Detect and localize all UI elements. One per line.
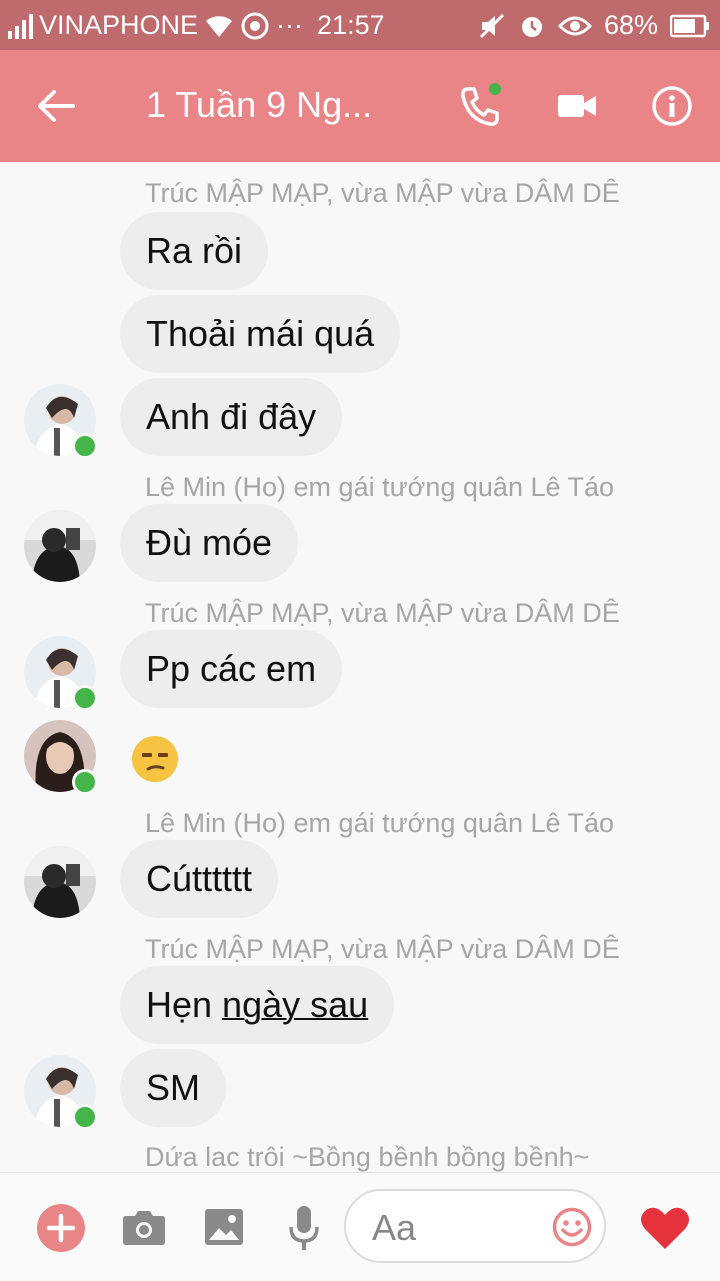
message-link-text[interactable]: ngày sau [222, 984, 368, 1025]
sender-name: Trúc MẬP MẠP, vừa MẬP vừa DÂM DÊ [145, 598, 620, 628]
microphone-icon [289, 1206, 319, 1250]
battery-percent: 68% [603, 10, 658, 40]
mute-icon [479, 13, 505, 38]
back-arrow-icon [38, 90, 75, 122]
online-indicator [72, 685, 98, 711]
message-input-box[interactable] [344, 1189, 606, 1263]
info-icon [652, 86, 692, 126]
eye-icon [557, 16, 592, 35]
clock: 21:57 [317, 10, 385, 40]
voice-message-button[interactable] [284, 1203, 324, 1253]
gallery-button[interactable] [202, 1205, 246, 1249]
online-indicator [72, 769, 98, 795]
heart-icon [641, 1207, 689, 1249]
unamused-emoji-icon[interactable] [132, 736, 178, 782]
conversation-header: 1 Tuần 9 Ng... [0, 50, 720, 162]
status-bar: VINAPHONE ··· 21:57 68% [0, 0, 720, 50]
online-indicator [72, 1104, 98, 1130]
sender-name: Trúc MẬP MẠP, vừa MẬP vừa DÂM DÊ [145, 934, 620, 964]
battery-icon [670, 14, 709, 37]
conversation-title[interactable]: 1 Tuần 9 Ng... [146, 84, 372, 126]
conversation-info-button[interactable] [646, 80, 698, 132]
message-list[interactable]: Trúc MẬP MẠP, vừa MẬP vừa DÂM DÊ Ra rồi … [0, 162, 720, 1172]
message-bubble[interactable]: Pp các em [120, 630, 343, 708]
message-bubble[interactable]: Cútttttt [120, 840, 279, 918]
phone-icon [461, 83, 501, 126]
voice-call-button[interactable] [452, 78, 508, 134]
message-input[interactable] [370, 1203, 544, 1253]
avatar[interactable] [24, 846, 96, 918]
message-bubble[interactable]: Hẹn ngày sau [120, 966, 395, 1044]
message-bubble[interactable]: Thoải mái quá [120, 295, 401, 373]
sender-name: Trúc MẬP MẠP, vừa MẬP vừa DÂM DÊ [145, 178, 620, 208]
plus-icon [37, 1204, 85, 1252]
image-icon [205, 1209, 243, 1245]
carrier-label: VINAPHONE [39, 10, 199, 40]
more-actions-button[interactable] [36, 1203, 86, 1253]
camera-icon [123, 1211, 165, 1245]
more-indicator: ··· [276, 10, 304, 40]
back-button[interactable] [30, 80, 82, 132]
message-bubble[interactable]: SM [120, 1049, 226, 1127]
video-camera-icon [558, 95, 596, 117]
signal-icon [8, 13, 33, 39]
message-bubble[interactable]: Đù móe [120, 504, 299, 582]
like-heart-button[interactable] [638, 1203, 692, 1253]
compass-icon [241, 12, 269, 39]
sender-name: Dứa lac trôi ~Bồng bềnh bồng bềnh~ [145, 1142, 590, 1172]
online-indicator [72, 433, 98, 459]
sender-name: Lê Min (Ho) em gái tướng quân Lê Táo [145, 808, 615, 838]
wifi-icon [206, 15, 233, 37]
composer-bar [0, 1172, 720, 1281]
message-bubble[interactable]: Anh đi đây [120, 378, 343, 456]
camera-button[interactable] [120, 1205, 168, 1249]
sender-name: Lê Min (Ho) em gái tướng quân Lê Táo [145, 472, 615, 502]
emoji-picker-icon[interactable] [552, 1207, 592, 1247]
message-bubble[interactable]: Ra rồi [120, 212, 269, 290]
avatar[interactable] [24, 510, 96, 582]
alarm-icon [521, 16, 542, 37]
message-text: Hẹn [146, 984, 223, 1025]
video-call-button[interactable] [552, 82, 602, 130]
